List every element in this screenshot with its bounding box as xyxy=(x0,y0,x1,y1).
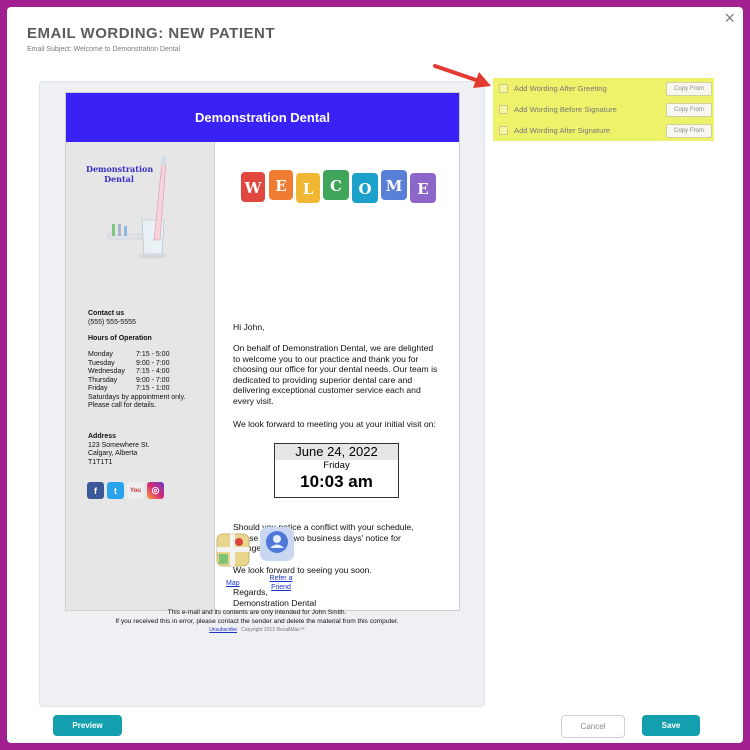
option-checkbox[interactable] xyxy=(499,126,508,135)
unsubscribe-link[interactable]: Unsubscribe xyxy=(209,627,237,633)
hours-row: Thursday 9:00 - 7:00 xyxy=(88,377,169,386)
copy-from-button[interactable]: Copy From xyxy=(666,124,712,138)
hours-day: Friday xyxy=(88,385,108,392)
appointment-day: Friday xyxy=(323,460,350,471)
email-sidebar: Demonstration Dental Contact us (555) 55… xyxy=(66,142,215,610)
welcome-banner: W E L C O M E xyxy=(241,170,436,203)
hours-day: Tuesday xyxy=(88,359,115,367)
address-line: T1T1T1 xyxy=(88,458,113,466)
close-icon[interactable]: × xyxy=(724,9,735,27)
welcome-letter: M xyxy=(386,177,403,195)
dialog-title: EMAIL WORDING: NEW PATIENT xyxy=(27,25,275,42)
option-row: Add Wording After Signature Copy From xyxy=(493,122,714,139)
hours-title: Hours of Operation xyxy=(88,335,152,342)
appointment-box: June 24, 2022 Friday 10:03 am xyxy=(274,443,399,498)
cancel-button[interactable]: Cancel xyxy=(561,715,625,738)
appointment-time: 10:03 am xyxy=(300,472,373,491)
option-checkbox[interactable] xyxy=(499,84,508,93)
refer-friend-label: Refer a xyxy=(269,575,293,582)
paragraph-1: On behalf of Demonstration Dental, we ar… xyxy=(233,343,438,406)
link-icons: Map Refer a Friend xyxy=(212,526,312,596)
welcome-letter: C xyxy=(330,177,342,195)
option-row: Add Wording After Greeting Copy From xyxy=(493,80,714,97)
save-button[interactable]: Save xyxy=(642,715,700,736)
hours-note: Saturdays by appointment only. xyxy=(88,393,186,401)
address-line: Calgary, Alberta xyxy=(88,450,138,457)
appointment-date: June 24, 2022 xyxy=(275,444,398,460)
address-section: Address 123 Somewhere St. Calgary, Alber… xyxy=(88,433,149,467)
welcome-letter: O xyxy=(358,180,371,198)
paragraph-2: We look forward to meeting you at your i… xyxy=(233,419,436,429)
hours-time: 7:15 - 5:00 xyxy=(136,351,170,358)
red-arrow-icon xyxy=(433,64,491,88)
contact-title: Contact us xyxy=(88,310,125,317)
address-line: 123 Somewhere St. xyxy=(88,441,150,449)
hours-note: Please call for details. xyxy=(88,402,157,409)
footer-notice: This e-mail and its contents are only in… xyxy=(167,609,347,616)
toothbrush-image xyxy=(107,156,167,259)
welcome-letter: W xyxy=(244,179,263,197)
address-title: Address xyxy=(88,433,117,440)
hours-day: Wednesday xyxy=(88,368,125,375)
copy-from-button[interactable]: Copy From xyxy=(666,103,712,117)
preview-button[interactable]: Preview xyxy=(53,715,122,736)
email-subject: Email Subject: Welcome to Demonstration … xyxy=(27,46,181,53)
hours-day: Monday xyxy=(88,351,113,358)
option-label: Add Wording After Greeting xyxy=(514,84,607,93)
refer-friend-link[interactable]: Refer a Friend xyxy=(265,574,297,592)
hours-row: Friday 7:15 - 1:00 xyxy=(88,385,169,394)
footer-copyright-row: Unsubscribe Copyright 2012 RecallMax™ xyxy=(27,627,487,633)
option-label: Add Wording After Signature xyxy=(514,126,611,135)
facebook-icon[interactable]: f xyxy=(87,482,104,499)
hours-time: 7:15 - 4:00 xyxy=(136,368,170,375)
greeting: Hi John, xyxy=(233,322,265,332)
option-label: Add Wording Before Signature xyxy=(514,105,617,114)
hours-list: Monday 7:15 - 5:00 Tuesday 9:00 - 7:00 Wed… xyxy=(88,351,186,411)
refer-friend-icon[interactable] xyxy=(259,526,295,562)
email-wording-dialog: EMAIL WORDING: NEW PATIENT Email Subject… xyxy=(7,7,743,743)
hours-row: Tuesday 9:00 - 7:00 xyxy=(88,360,169,369)
hours-time: 9:00 - 7:00 xyxy=(136,376,170,384)
signature: Demonstration Dental xyxy=(233,598,317,608)
hours-row: Monday 7:15 - 5:00 xyxy=(88,351,169,360)
hours-time: 9:00 - 7:00 xyxy=(136,359,170,367)
footer-disclaimer: If you received this in error, please co… xyxy=(115,618,399,625)
map-link[interactable]: Map xyxy=(226,579,240,588)
contact-section: Contact us (555) 555-5555 xyxy=(88,310,136,327)
hours-time: 7:15 - 1:00 xyxy=(136,385,170,392)
welcome-letter: L xyxy=(303,180,314,198)
copyright-text: Copyright 2012 RecallMax™ xyxy=(241,627,305,633)
copy-from-button[interactable]: Copy From xyxy=(666,82,712,96)
welcome-letter: E xyxy=(417,180,428,198)
option-checkbox[interactable] xyxy=(499,105,508,114)
social-links: f t You ◎ xyxy=(87,482,164,499)
hours-row: Wednesday 7:15 - 4:00 xyxy=(88,368,169,377)
contact-phone: (555) 555-5555 xyxy=(88,318,136,326)
hours-day: Thursday xyxy=(88,376,118,384)
option-row: Add Wording Before Signature Copy From xyxy=(493,101,714,118)
youtube-icon[interactable]: You xyxy=(127,482,144,499)
map-icon[interactable] xyxy=(216,533,250,567)
email-header: Demonstration Dental xyxy=(66,93,459,142)
instagram-icon[interactable]: ◎ xyxy=(147,482,164,499)
wording-options-panel: Add Wording After Greeting Copy From Add… xyxy=(493,78,714,141)
twitter-icon[interactable]: t xyxy=(107,482,124,499)
refer-friend-label: Friend xyxy=(271,584,291,591)
welcome-letter: E xyxy=(275,177,286,195)
